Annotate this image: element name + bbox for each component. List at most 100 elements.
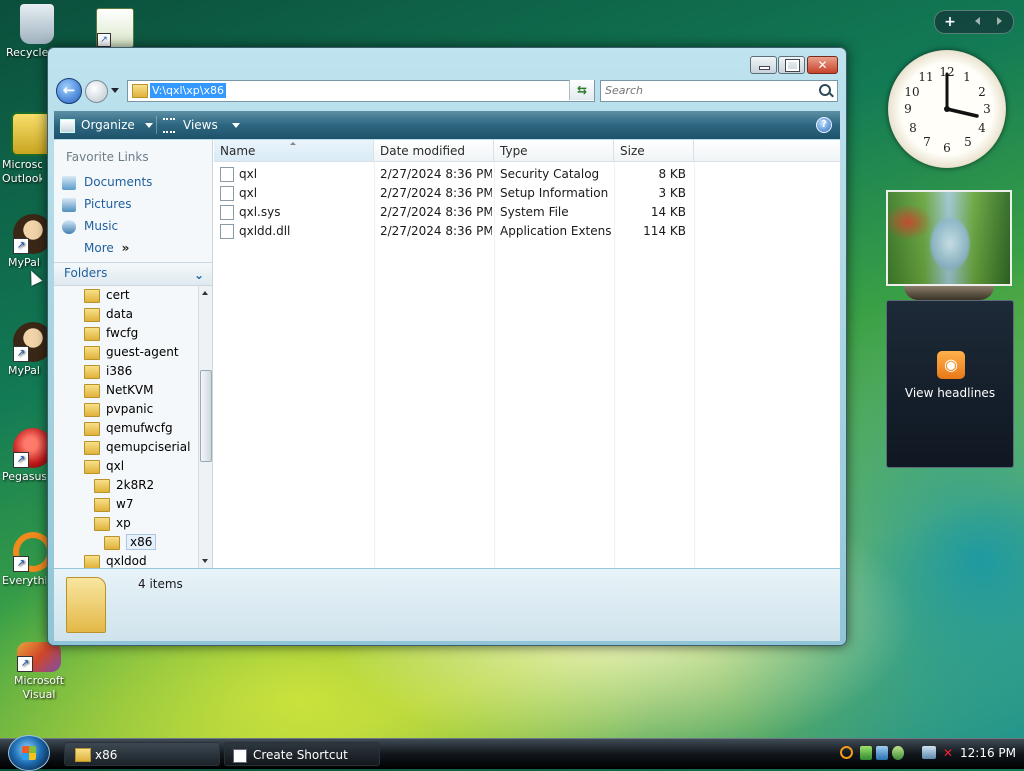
file-cell-size: 14 KB [614,203,686,222]
history-dropdown-icon[interactable] [111,88,119,93]
file-row[interactable]: qxldd.dll 2/27/2024 8:36 PM Application Ex… [214,222,840,241]
taskbar: x86 Create Shortcut ✕ 12:16 PM [0,735,1024,771]
network-tray-icon[interactable] [860,746,872,760]
file-cell-size: 114 KB [614,222,686,241]
column-header-date[interactable]: Date modified [374,140,494,162]
svg-text:10: 10 [904,85,919,99]
scroll-down-icon[interactable] [202,559,208,563]
task-button-create-shortcut[interactable]: Create Shortcut [224,742,380,766]
device-tray-icon[interactable] [892,746,904,760]
folder-icon [84,288,100,303]
column-header-size[interactable]: Size [614,140,694,162]
back-button[interactable]: ← [56,78,82,104]
folder-tree-item[interactable]: data [84,305,133,324]
display-tray-icon[interactable] [876,746,888,760]
search-icon-handle [829,92,834,98]
forward-button[interactable] [85,80,108,103]
search-tray-icon[interactable] [840,746,853,759]
views-label: Views [183,118,218,132]
minimize-button[interactable] [750,56,777,74]
clock-gadget[interactable]: 12 1 2 345 678 9 10 11 [886,46,1012,176]
folder-tree-item[interactable]: 2k8R2 [94,476,154,495]
task-button-x86[interactable]: x86 [64,742,220,766]
folder-tree-label: qemupciserial [106,440,191,454]
file-icon [220,205,234,220]
folder-tree-item[interactable]: x86 [104,533,157,552]
favorite-links-more[interactable]: More » [84,239,129,257]
file-cell-text: 2/27/2024 8:36 PM [380,205,492,219]
volume-muted-icon[interactable]: ✕ [940,745,956,761]
address-path[interactable]: V:\qxl\xp\x86 [150,83,226,98]
file-row[interactable]: qxl 2/27/2024 8:36 PM Security Catalog 8 KB [214,165,840,184]
folder-tree-item[interactable]: NetKVM [84,381,154,400]
view-headlines-label[interactable]: View headlines [887,386,1013,400]
file-list[interactable]: Name Date modified Type Size qxl 2/27/202… [214,140,840,568]
file-row[interactable]: qxl 2/27/2024 8:36 PM Setup Information 3 K… [214,184,840,203]
file-cell-text: System File [500,205,569,219]
add-gadget-button[interactable]: + [939,12,961,32]
file-cell-text: Setup Information [500,186,609,200]
folder-tree-item[interactable]: xp [94,514,131,533]
svg-text:8: 8 [909,121,917,135]
favorite-link-documents[interactable]: Documents [62,173,152,191]
slideshow-gadget[interactable] [886,190,1012,286]
refresh-button[interactable]: ⇆ [569,80,594,100]
folder-tree-label: NetKVM [106,383,154,397]
search-box[interactable] [600,80,838,102]
folder-tree-item[interactable]: cert [84,286,130,305]
scroll-up-icon[interactable] [202,291,208,295]
folder-tree-label: qxl [106,459,125,473]
organize-button[interactable]: Organize [60,117,153,133]
desktop-icon-visual-studio[interactable]: ↗ Microsoft Visual Stud... [4,642,74,702]
file-cell-date: 2/27/2024 8:36 PM [380,165,492,184]
folder-tree-item[interactable]: qemufwcfg [84,419,173,438]
folder-tree-item[interactable]: w7 [94,495,133,514]
next-page-icon[interactable] [997,17,1002,25]
item-count: 4 items [138,577,183,591]
file-row[interactable]: qxl.sys 2/27/2024 8:36 PM System File 14 KB [214,203,840,222]
address-bar[interactable]: V:\qxl\xp\x86 [127,80,595,102]
file-cell-text: Security Catalog [500,167,600,181]
shortcut-arrow-icon: ↗ [97,33,111,47]
folder-tree[interactable]: cert data fwcfg guest-agent i386 NetKVM pvpani… [54,286,198,568]
close-button[interactable]: ✕ [807,56,838,74]
maximize-button[interactable] [778,56,805,74]
column-header-type[interactable]: Type [494,140,614,162]
scrollbar-thumb[interactable] [200,370,212,462]
folder-tree-label: data [106,307,134,321]
tray-clock[interactable]: 12:16 PM [960,746,1016,760]
clock-hands-icon: 12 12 345 678 91011 [904,65,991,155]
folder-tree-item[interactable]: qxldod [84,552,147,568]
favorite-links-title: Favorite Links [66,150,149,164]
connection-tray-icon[interactable] [922,746,936,759]
favorite-link-pictures[interactable]: Pictures [62,195,132,213]
desktop-icon-label: MyPal [8,256,40,269]
help-icon[interactable]: ? [816,117,832,133]
explorer-window[interactable]: ✕ ← V:\qxl\xp\x86 ⇆ Organize Views [47,47,847,646]
folder-tree-item[interactable]: qemupciserial [84,438,190,457]
favorite-link-label: Documents [84,175,153,189]
file-cell-text: qxl.sys [239,205,281,219]
folder-tree-item[interactable]: qxl [84,457,124,476]
notepad-shortcut-icon[interactable]: ↗ [96,8,134,48]
folder-tree-item[interactable]: pvpanic [84,400,153,419]
file-icon [220,167,234,182]
folder-tree-item[interactable]: i386 [84,362,132,381]
folder-tree-item[interactable]: fwcfg [84,324,138,343]
tree-scrollbar[interactable] [198,286,212,568]
feed-headlines-gadget[interactable]: ◉ View headlines [886,300,1014,468]
file-cell-text: 14 KB [650,205,686,219]
folders-header[interactable]: Folders ⌄ [54,262,212,286]
folder-icon [94,497,110,512]
views-button[interactable]: Views [163,117,240,133]
svg-text:1: 1 [963,70,971,84]
folder-tree-label: i386 [106,364,133,378]
folder-tree-item[interactable]: guest-agent [84,343,179,362]
mouse-cursor-icon [25,268,43,286]
previous-page-icon[interactable] [975,17,980,25]
file-cell-text: qxl [239,186,258,200]
search-input[interactable] [601,81,809,99]
favorite-link-music[interactable]: Music [62,217,118,235]
start-button[interactable] [8,735,50,771]
file-cell-size: 3 KB [614,184,686,203]
